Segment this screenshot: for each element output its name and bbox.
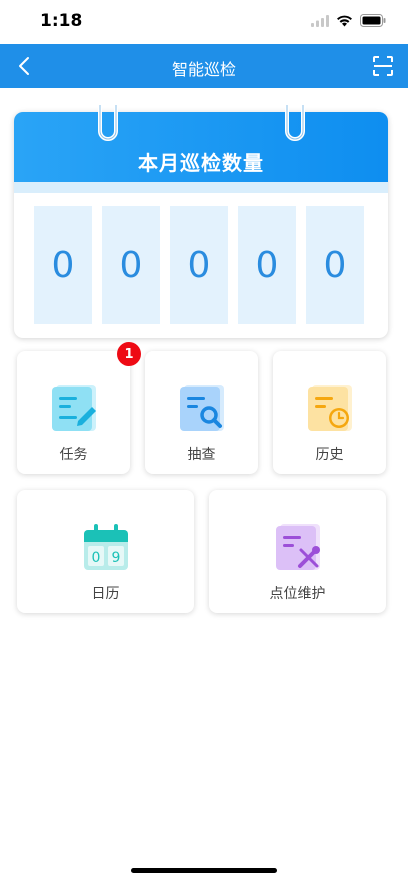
spot-check-label: 抽查 xyxy=(187,447,216,463)
history-label: 历史 xyxy=(315,447,344,463)
counter-digit: 0 xyxy=(102,206,160,324)
monthly-inspection-card: 本月巡检数量 0 0 0 0 0 xyxy=(14,105,388,338)
status-time: 1:18 xyxy=(40,11,83,31)
nav-bar: 智能巡检 xyxy=(0,44,408,88)
calendar-tile[interactable]: 0 9 日历 xyxy=(17,490,194,613)
document-search-icon xyxy=(179,385,224,431)
status-bar: 1:18 xyxy=(0,0,408,44)
scan-button[interactable] xyxy=(370,53,396,79)
counter-title: 本月巡检数量 xyxy=(138,151,264,175)
counter-digit: 0 xyxy=(34,206,92,324)
calendar-icon-digit: 0 xyxy=(91,550,100,566)
home-indicator[interactable] xyxy=(131,868,277,873)
wifi-icon xyxy=(337,15,352,26)
point-maintenance-tile[interactable]: 点位维护 xyxy=(209,490,386,613)
counter-digit: 0 xyxy=(306,206,364,324)
document-tools-icon xyxy=(275,524,320,570)
calendar-label: 日历 xyxy=(91,586,120,602)
document-edit-icon xyxy=(51,385,96,431)
point-maintenance-label: 点位维护 xyxy=(269,586,326,602)
binder-ring-icon xyxy=(98,105,118,141)
counter-digit: 0 xyxy=(170,206,228,324)
task-label: 任务 xyxy=(59,447,88,463)
page-title: 智能巡检 xyxy=(171,60,236,79)
calendar-icon-digit: 9 xyxy=(111,550,120,566)
counter-digit: 0 xyxy=(238,206,296,324)
binder-ring-icon xyxy=(285,105,305,141)
counter-header-strip xyxy=(14,182,388,193)
signal-icon xyxy=(311,14,329,27)
calendar-icon: 0 9 xyxy=(83,524,128,570)
history-tile[interactable]: 历史 xyxy=(273,351,386,474)
spot-check-tile[interactable]: 抽查 xyxy=(145,351,258,474)
status-icons xyxy=(311,14,386,27)
scan-icon xyxy=(373,56,393,76)
task-tile[interactable]: 任务 1 xyxy=(17,342,141,474)
counter-digits: 0 0 0 0 0 xyxy=(34,206,364,324)
task-badge: 1 xyxy=(117,342,141,366)
document-clock-icon xyxy=(307,385,352,431)
battery-icon xyxy=(360,14,386,27)
